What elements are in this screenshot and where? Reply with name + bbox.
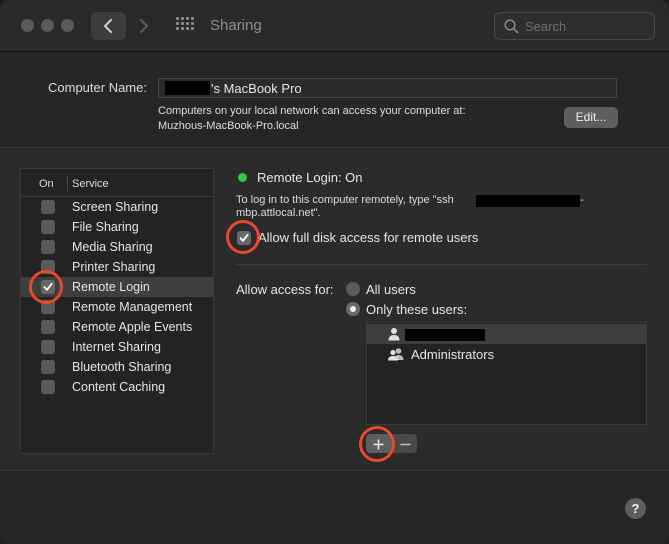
help-button[interactable]: ? — [625, 498, 646, 519]
computer-name-value: 's MacBook Pro — [211, 81, 302, 96]
computer-name-field[interactable]: 's MacBook Pro — [158, 78, 617, 98]
radio-only-these-users[interactable] — [346, 302, 360, 316]
remote-login-status: Remote Login: On — [257, 170, 363, 185]
service-checkbox[interactable] — [41, 380, 55, 394]
section-divider — [236, 264, 647, 265]
user-icon — [388, 328, 400, 341]
service-label: Remote Login — [72, 280, 150, 294]
full-disk-access-checkbox[interactable] — [237, 231, 251, 245]
service-label: Content Caching — [72, 380, 166, 394]
service-checkbox[interactable] — [41, 220, 55, 234]
service-checkbox[interactable] — [41, 200, 55, 214]
service-checkbox[interactable] — [41, 240, 55, 254]
radio-all-users[interactable] — [346, 282, 360, 296]
service-checkbox[interactable] — [41, 260, 55, 274]
service-checkbox[interactable] — [41, 360, 55, 374]
service-label: Internet Sharing — [72, 340, 161, 354]
column-divider — [67, 176, 68, 191]
service-label: Screen Sharing — [72, 200, 159, 214]
service-checkbox[interactable] — [41, 340, 55, 354]
forward-button[interactable] — [131, 12, 159, 40]
zoom-window-button[interactable] — [61, 19, 74, 32]
radio-only-these-users-label[interactable]: Only these users: — [366, 302, 467, 317]
service-label: Remote Management — [72, 300, 193, 314]
service-row-remote-management[interactable]: Remote Management — [21, 297, 213, 317]
service-row-content-caching[interactable]: Content Caching — [21, 377, 213, 397]
chevron-left-icon — [104, 19, 112, 33]
redacted-name — [165, 81, 210, 95]
close-window-button[interactable] — [21, 19, 34, 32]
checkmark-icon — [239, 233, 249, 242]
service-label: Printer Sharing — [72, 260, 156, 274]
redacted-username — [476, 195, 580, 207]
sharing-window: Sharing Computer Name: 's MacBook Pro Co… — [0, 0, 669, 544]
status-indicator-dot — [238, 173, 247, 182]
plus-icon — [373, 439, 384, 450]
edit-button[interactable]: Edit... — [564, 107, 618, 128]
service-checkbox[interactable] — [41, 320, 55, 334]
ssh-hint-line1-tail: - — [580, 194, 584, 206]
title-bar: Sharing — [0, 0, 669, 52]
search-field[interactable] — [494, 12, 655, 40]
service-label: Bluetooth Sharing — [72, 360, 172, 374]
service-label: File Sharing — [72, 220, 139, 234]
computer-address-description: Computers on your local network can acce… — [158, 105, 466, 117]
column-header-on[interactable]: On — [39, 178, 54, 190]
service-row-remote-login[interactable]: Remote Login — [21, 277, 213, 297]
service-list-header: On Service — [21, 169, 213, 197]
add-user-button[interactable] — [366, 434, 392, 453]
user-label: Administrators — [411, 347, 495, 362]
service-row-media-sharing[interactable]: Media Sharing — [21, 237, 213, 257]
service-row-internet-sharing[interactable]: Internet Sharing — [21, 337, 213, 357]
show-all-grid-icon[interactable] — [176, 17, 194, 35]
remove-user-button[interactable] — [393, 434, 417, 453]
redacted-user-name — [405, 329, 485, 341]
service-list: On Service Screen Sharing File Sharing M… — [20, 168, 214, 454]
service-checkbox[interactable] — [41, 300, 55, 314]
window-title: Sharing — [210, 17, 262, 34]
allow-access-label: Allow access for: — [236, 282, 334, 297]
allowed-users-list: Administrators — [366, 322, 647, 425]
ssh-hint-line1: To log in to this computer remotely, typ… — [236, 194, 454, 206]
back-button[interactable] — [91, 12, 126, 40]
full-disk-access-label[interactable]: Allow full disk access for remote users — [258, 230, 478, 245]
service-row-file-sharing[interactable]: File Sharing — [21, 217, 213, 237]
group-icon — [388, 348, 404, 361]
search-icon — [504, 19, 519, 34]
column-header-service[interactable]: Service — [72, 178, 109, 190]
service-row-screen-sharing[interactable]: Screen Sharing — [21, 197, 213, 217]
minimize-window-button[interactable] — [41, 19, 54, 32]
service-label: Media Sharing — [72, 240, 153, 254]
minus-icon — [400, 443, 411, 446]
ssh-hint-line2: mbp.attlocal.net". — [236, 207, 321, 219]
checkmark-icon — [43, 282, 53, 291]
service-row-printer-sharing[interactable]: Printer Sharing — [21, 257, 213, 277]
service-row-remote-apple-events[interactable]: Remote Apple Events — [21, 317, 213, 337]
service-row-bluetooth-sharing[interactable]: Bluetooth Sharing — [21, 357, 213, 377]
service-label: Remote Apple Events — [72, 320, 193, 334]
radio-all-users-label[interactable]: All users — [366, 282, 416, 297]
chevron-right-icon — [140, 19, 148, 33]
user-row-administrators[interactable]: Administrators — [367, 344, 646, 364]
search-input[interactable] — [525, 17, 645, 35]
computer-name-label: Computer Name: — [48, 80, 147, 95]
computer-local-hostname: Muzhous-MacBook-Pro.local — [158, 120, 299, 132]
service-checkbox-checked[interactable] — [41, 280, 55, 294]
user-row-redacted[interactable] — [367, 324, 646, 344]
